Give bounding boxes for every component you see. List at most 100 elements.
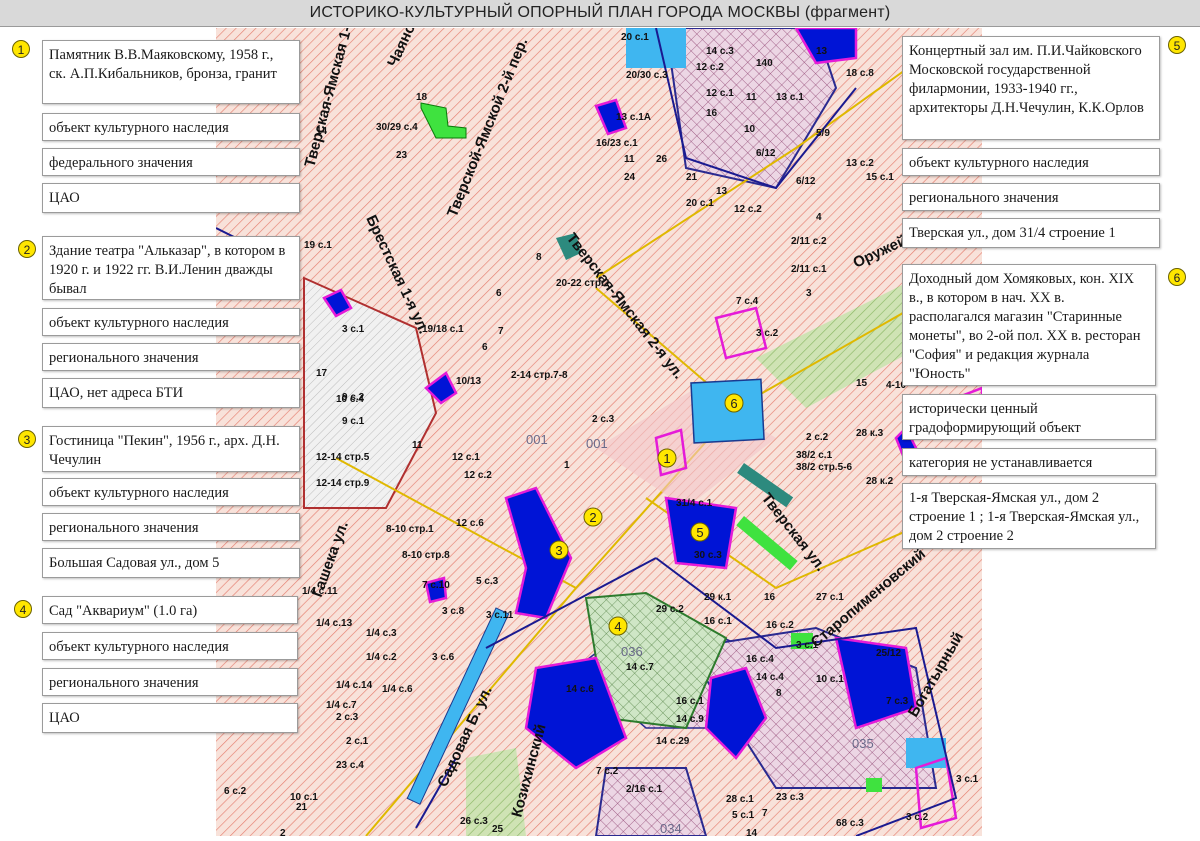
parcel-label: 28 к.3 — [856, 428, 884, 439]
parcel-label: 20-22 стр.2 — [556, 278, 610, 289]
building-khomyakov — [690, 378, 765, 444]
parcel-label: 14 — [746, 828, 758, 836]
parcel-label: 2/11 с.2 — [791, 236, 827, 247]
parcel-label: 14 с.6 — [566, 684, 594, 695]
parcel-label: 7 — [498, 326, 504, 337]
callout-number-4: 4 — [14, 600, 32, 618]
object-2-status: объект культурного наследия — [42, 308, 300, 336]
green-parcel-4 — [866, 778, 882, 792]
callout-number-3: 3 — [18, 430, 36, 448]
parcel-label: 7 с.4 — [736, 296, 759, 307]
parcel-label: 3 с.1 — [956, 774, 979, 785]
parcel-label: 29 с.2 — [656, 604, 684, 615]
parcel-label: 1/4 с.11 — [302, 586, 338, 597]
parcel-label: 3 с.1 — [342, 324, 365, 335]
parcel-label: 23 — [396, 150, 408, 161]
map-marker-1[interactable]: 1 — [657, 448, 677, 468]
map-canvas[interactable]: Чаянова Тверской-Ямской 2-й пер. Тверска… — [216, 28, 982, 836]
object-1-name: Памятник В.В.Маяковскому, 1958 г., ск. А… — [42, 40, 300, 104]
parcel-label: 29 к.1 — [704, 592, 732, 603]
callout-number-5: 5 — [1168, 36, 1186, 54]
parcel-label: 25 — [492, 824, 504, 835]
object-5-status: объект культурного наследия — [902, 148, 1160, 176]
parcel-label: 6/12 — [796, 176, 816, 187]
parcel-label: 2 с.2 — [806, 432, 829, 443]
zone-label: 035 — [852, 736, 874, 751]
map-marker-2[interactable]: 2 — [583, 507, 603, 527]
parcel-label: 18 с.8 — [846, 68, 874, 79]
callout-number-6: 6 — [1168, 268, 1186, 286]
callout-number-2: 2 — [18, 240, 36, 258]
map-marker-4[interactable]: 4 — [608, 616, 628, 636]
parcel-label: 16/23 с.1 — [596, 138, 638, 149]
parcel-label: 7 с.10 — [422, 580, 450, 591]
parcel-label: 9 с.1 — [342, 416, 365, 427]
map-marker-3[interactable]: 3 — [549, 540, 569, 560]
parcel-label: 38/2 стр.5-6 — [796, 462, 852, 473]
parcel-label: 20 с.1 — [621, 32, 649, 43]
zone-label: 036 — [621, 644, 643, 659]
parcel-label: 12-14 стр.5 — [316, 452, 370, 463]
parcel-label: 1/4 с.14 — [336, 680, 373, 691]
parcel-label: 12 с.2 — [464, 470, 492, 481]
parcel-label: 3 — [806, 288, 812, 299]
object-1-status: объект культурного наследия — [42, 113, 300, 141]
parcel-label: 68 с.3 — [836, 818, 864, 829]
parcel-label: 16 с.1 — [704, 616, 732, 627]
map-marker-6[interactable]: 6 — [724, 393, 744, 413]
parcel-label: 12-14 стр.9 — [316, 478, 370, 489]
object-4-name: Сад "Аквариум" (1.0 га) — [42, 596, 298, 624]
parcel-label: 5 с.1 — [732, 810, 755, 821]
svg-text:6: 6 — [730, 396, 737, 411]
parcel-label: 14 с.29 — [656, 736, 690, 747]
parcel-label: 14 с.3 — [706, 46, 734, 57]
parcel-label: 23 с.3 — [776, 792, 804, 803]
parcel-label: 12 с.1 — [452, 452, 480, 463]
object-2-name: Здание театра "Альказар", в котором в 19… — [42, 236, 300, 300]
parcel-label: 3 с.2 — [756, 328, 779, 339]
parcel-label: 8 — [776, 688, 782, 699]
parcel-label: 27 с.1 — [816, 592, 844, 603]
parcel-label: 23 с.4 — [336, 760, 364, 771]
object-5-name: Концертный зал им. П.И.Чайковского Моско… — [902, 36, 1160, 140]
object-2-address: ЦАО, нет адреса БТИ — [42, 378, 300, 408]
parcel-label: 8 — [536, 252, 542, 263]
object-6-address: 1-я Тверская-Ямская ул., дом 2 строение … — [902, 483, 1156, 549]
parcel-label: 7 с.3 — [886, 696, 909, 707]
parcel-label: 28 к.2 — [866, 476, 894, 487]
parcel-label: 1 — [564, 460, 570, 471]
parcel-label: 14 с.4 — [756, 672, 784, 683]
parcel-label: 16 с.2 — [766, 620, 794, 631]
object-1-level: федерального значения — [42, 148, 300, 176]
parcel-label: 5/9 — [816, 128, 830, 139]
object-3-status: объект культурного наследия — [42, 478, 300, 506]
title-bar: ИСТОРИКО-КУЛЬТУРНЫЙ ОПОРНЫЙ ПЛАН ГОРОДА … — [0, 0, 1200, 27]
svg-text:4: 4 — [614, 619, 621, 634]
parcel-label: 30 с.3 — [694, 550, 722, 561]
parcel-label: 12 с.2 — [696, 62, 724, 73]
map-fragment[interactable]: Чаянова Тверской-Ямской 2-й пер. Тверска… — [216, 28, 982, 836]
parcel-label: 8-10 стр.8 — [402, 550, 450, 561]
parcel-label: 26 — [656, 154, 668, 165]
zone-label: 001 — [526, 432, 548, 447]
parcel-label: 4 — [816, 212, 822, 223]
parcel-label: 28 с.1 — [726, 794, 754, 805]
map-marker-5[interactable]: 5 — [690, 522, 710, 542]
parcel-label: 12 с.6 — [456, 518, 484, 529]
parcel-label: 2 с.3 — [336, 712, 359, 723]
parcel-label: 6 — [496, 288, 502, 299]
parcel-label: 10/13 — [456, 376, 481, 387]
parcel-label: 3 с.8 — [442, 606, 465, 617]
parcel-label: 17 — [316, 368, 328, 379]
parcel-label: 6 — [482, 342, 488, 353]
object-2-level: регионального значения — [42, 343, 300, 371]
parcel-label: 1/4 с.7 — [326, 700, 357, 711]
parcel-label: 19/18 с.1 — [422, 324, 464, 335]
parcel-label: 13 с.2 — [846, 158, 874, 169]
object-6-status: исторически ценный градоформирующий объе… — [902, 394, 1156, 440]
parcel-label: 21 — [296, 802, 308, 813]
parcel-label: 1/4 с.2 — [366, 652, 397, 663]
parcel-label: 2-14 стр.7-8 — [511, 370, 568, 381]
parcel-label: 12 с.1 — [706, 88, 734, 99]
parcel-label: 11 — [746, 92, 757, 103]
